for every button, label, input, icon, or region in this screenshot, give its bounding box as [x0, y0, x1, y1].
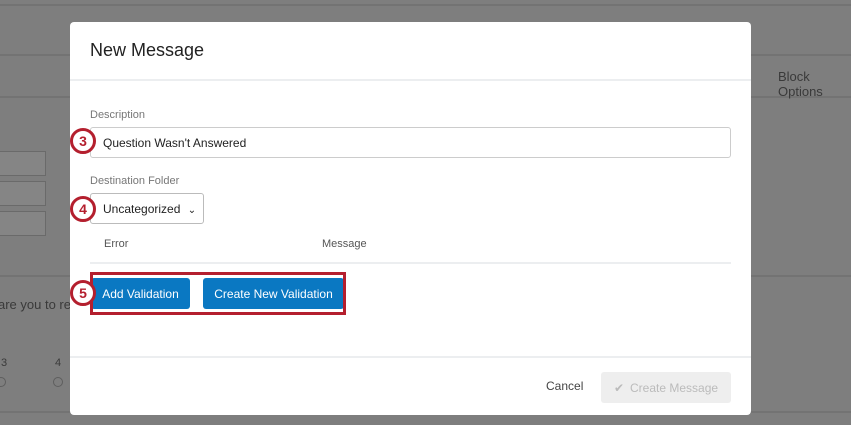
scale-label: 4: [55, 357, 62, 369]
scale-label: 3: [1, 357, 8, 369]
background-textarea[interactable]: [0, 151, 46, 176]
annotation-step-4: 4: [70, 196, 96, 222]
create-message-button[interactable]: ✔ Create Message: [601, 372, 731, 403]
background-textarea[interactable]: [0, 211, 46, 236]
annotation-highlight-box: [90, 272, 346, 315]
dialog-title: New Message: [90, 40, 205, 60]
annotation-step-3: 3: [70, 128, 96, 154]
divider: [70, 356, 751, 358]
background-textarea[interactable]: [0, 181, 46, 206]
block-options-link[interactable]: Block Options: [778, 69, 851, 99]
divider: [90, 262, 731, 264]
destination-folder-label: Destination Folder: [90, 175, 180, 187]
column-header-message: Message: [322, 238, 367, 250]
destination-folder-dropdown[interactable]: Uncategorized ⌄: [90, 193, 204, 224]
description-label: Description: [90, 109, 146, 121]
new-message-dialog: New Message Description Question Wasn't …: [70, 22, 751, 415]
description-input[interactable]: Question Wasn't Answered: [90, 127, 731, 158]
radio-button[interactable]: [0, 377, 6, 387]
dropdown-value: Uncategorized: [103, 202, 181, 216]
question-text: are you to re: [0, 297, 71, 312]
cancel-button[interactable]: Cancel: [546, 379, 583, 393]
column-header-error: Error: [104, 238, 129, 250]
chevron-down-icon: ⌄: [187, 205, 197, 216]
divider: [0, 4, 851, 6]
divider: [70, 79, 751, 81]
radio-button[interactable]: [53, 377, 63, 387]
checkmark-icon: ✔: [613, 380, 624, 395]
annotation-step-5: 5: [70, 280, 96, 306]
create-message-label: Create Message: [630, 380, 719, 395]
